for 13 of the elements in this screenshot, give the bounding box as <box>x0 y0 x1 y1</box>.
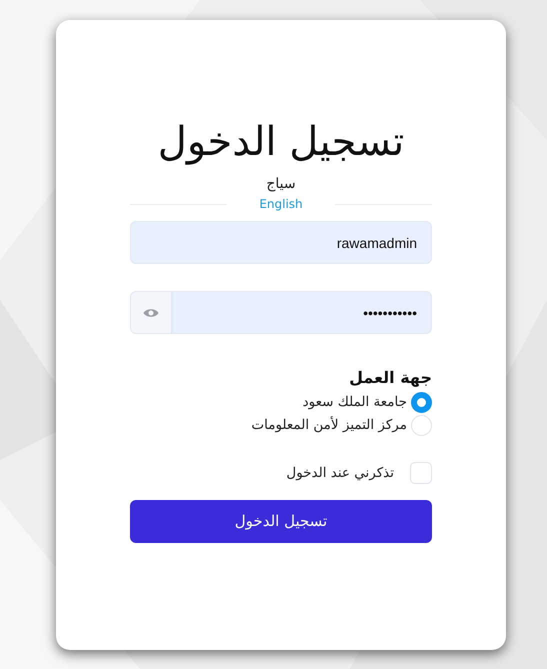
radio-label[interactable]: مركز التميز لأمن المعلومات <box>251 415 407 436</box>
remember-checkbox[interactable] <box>410 462 432 484</box>
radio-label[interactable]: جامعة الملك سعود <box>302 392 407 413</box>
app-name: سياج <box>265 175 297 194</box>
organization-label: جهة العمل <box>348 367 432 389</box>
show-password-button[interactable] <box>130 291 172 334</box>
password-field[interactable]: ••••••••••• <box>172 291 432 334</box>
eye-icon <box>143 306 159 318</box>
login-title: تسجيل الدخول <box>156 118 406 166</box>
login-button[interactable]: تسجيل الدخول <box>130 500 432 543</box>
username-field[interactable]: rawamadmin <box>130 221 432 264</box>
checkbox-label[interactable]: تذكرني عند الدخول <box>286 462 394 484</box>
radio-button[interactable] <box>411 392 432 413</box>
